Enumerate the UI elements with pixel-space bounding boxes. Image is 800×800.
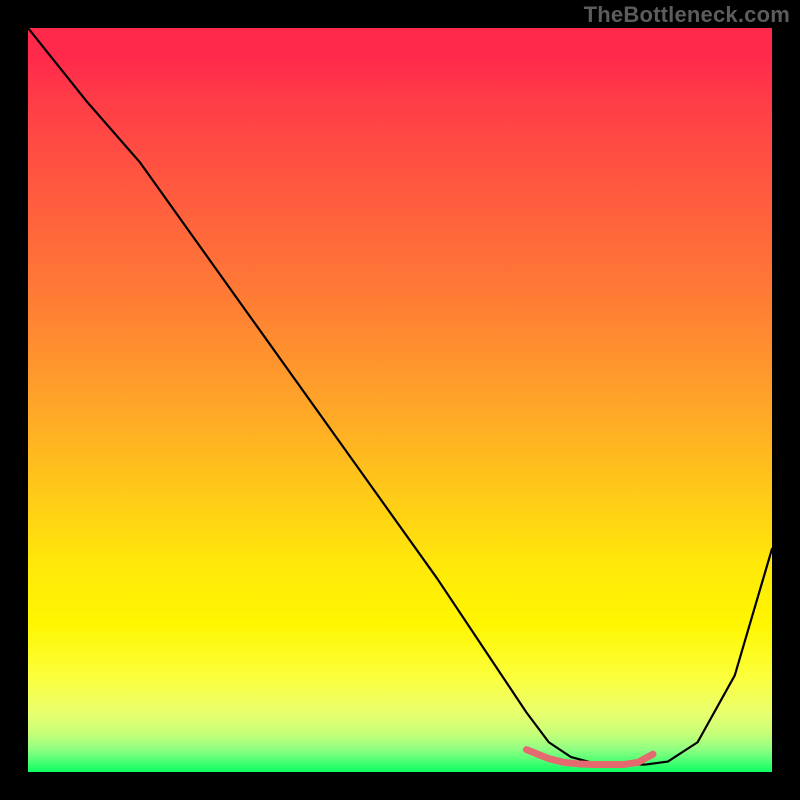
- chart-frame: TheBottleneck.com: [0, 0, 800, 800]
- bottleneck-curve: [28, 28, 772, 765]
- plot-svg: [28, 28, 772, 772]
- flat-min-marker: [526, 750, 652, 765]
- plot-area: [28, 28, 772, 772]
- watermark-text: TheBottleneck.com: [584, 2, 790, 28]
